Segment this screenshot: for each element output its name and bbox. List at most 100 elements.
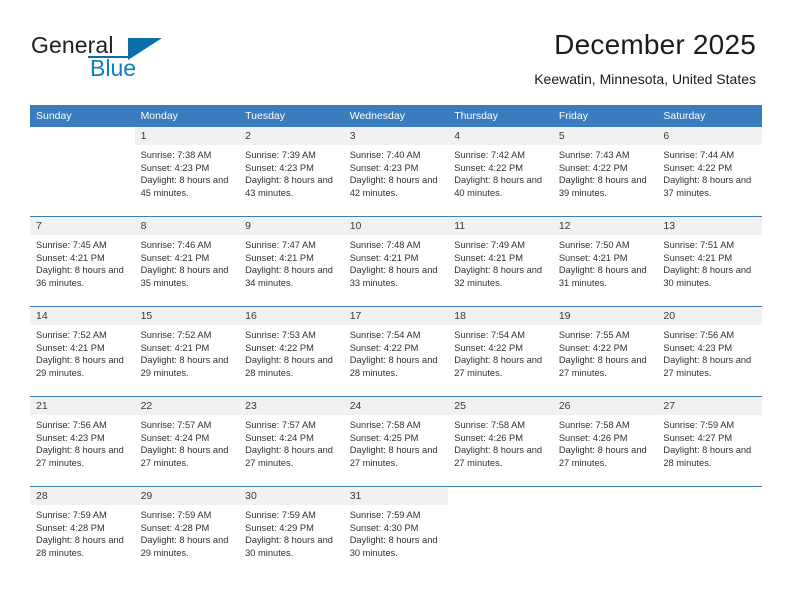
day-number — [30, 127, 135, 145]
calendar-day-cell[interactable]: 9 Sunrise: 7:47 AM Sunset: 4:21 PM Daylight… — [239, 216, 344, 307]
calendar-week-row: 21 Sunrise: 7:56 AM Sunset: 4:23 PM Dayligh… — [30, 396, 762, 487]
calendar-day-cell[interactable]: 7 Sunrise: 7:45 AM Sunset: 4:21 PM Daylight… — [30, 216, 135, 307]
daylight-text: Daylight: 8 hours and 37 minutes. — [663, 175, 752, 198]
day-number — [657, 487, 762, 505]
weekday-header-wednesday: Wednesday — [343, 105, 449, 127]
day-sun-info: Sunrise: 7:38 AM Sunset: 4:23 PM Daylight:… — [135, 145, 240, 199]
day-sun-info: Sunrise: 7:59 AM Sunset: 4:27 PM Daylight:… — [657, 415, 762, 469]
sunset-text: Sunset: 4:30 PM — [349, 522, 419, 533]
calendar-day-cell[interactable]: 5 Sunrise: 7:43 AM Sunset: 4:22 PM Daylight… — [552, 126, 658, 217]
calendar-day-cell[interactable]: 2 Sunrise: 7:39 AM Sunset: 4:23 PM Daylight… — [239, 126, 344, 217]
day-sun-info: Sunrise: 7:55 AM Sunset: 4:22 PM Daylight:… — [553, 325, 658, 379]
sunset-text: Sunset: 4:24 PM — [140, 432, 210, 443]
day-sun-info: Sunrise: 7:52 AM Sunset: 4:21 PM Daylight:… — [135, 325, 240, 379]
calendar-day-cell[interactable]: 31 Sunrise: 7:59 AM Sunset: 4:30 PM Dayligh… — [343, 486, 449, 576]
calendar-day-cell[interactable]: 1 Sunrise: 7:38 AM Sunset: 4:23 PM Daylight… — [134, 126, 240, 217]
calendar-day-cell[interactable]: 13 Sunrise: 7:51 AM Sunset: 4:21 PM Dayligh… — [657, 216, 762, 307]
day-sun-info: Sunrise: 7:46 AM Sunset: 4:21 PM Daylight:… — [135, 235, 240, 289]
sunset-text: Sunset: 4:26 PM — [558, 432, 628, 443]
calendar-day-cell[interactable]: 21 Sunrise: 7:56 AM Sunset: 4:23 PM Dayligh… — [30, 396, 135, 487]
sunrise-text: Sunrise: 7:53 AM — [245, 330, 316, 340]
sunset-text: Sunset: 4:21 PM — [558, 252, 628, 263]
daylight-text: Daylight: 8 hours and 28 minutes. — [36, 535, 124, 558]
day-sun-info: Sunrise: 7:53 AM Sunset: 4:22 PM Daylight:… — [239, 325, 344, 379]
calendar-day-cell-empty — [552, 486, 658, 576]
day-sun-info: Sunrise: 7:59 AM Sunset: 4:28 PM Daylight:… — [135, 505, 240, 559]
sunset-text: Sunset: 4:21 PM — [663, 252, 733, 263]
calendar-day-cell[interactable]: 30 Sunrise: 7:59 AM Sunset: 4:29 PM Dayligh… — [239, 486, 344, 576]
sunset-text: Sunset: 4:23 PM — [349, 162, 419, 173]
day-sun-info: Sunrise: 7:54 AM Sunset: 4:22 PM Daylight:… — [344, 325, 449, 379]
calendar-day-cell[interactable]: 27 Sunrise: 7:59 AM Sunset: 4:27 PM Dayligh… — [657, 396, 762, 487]
calendar-day-cell[interactable]: 26 Sunrise: 7:58 AM Sunset: 4:26 PM Dayligh… — [552, 396, 658, 487]
day-sun-info: Sunrise: 7:58 AM Sunset: 4:26 PM Daylight:… — [448, 415, 553, 469]
day-sun-info: Sunrise: 7:57 AM Sunset: 4:24 PM Daylight:… — [239, 415, 344, 469]
calendar-day-cell[interactable]: 19 Sunrise: 7:55 AM Sunset: 4:22 PM Dayligh… — [552, 306, 658, 397]
sunrise-text: Sunrise: 7:59 AM — [663, 420, 735, 430]
calendar-day-cell[interactable]: 10 Sunrise: 7:48 AM Sunset: 4:21 PM Dayligh… — [343, 216, 449, 307]
calendar-day-cell[interactable]: 15 Sunrise: 7:52 AM Sunset: 4:21 PM Dayligh… — [134, 306, 240, 397]
day-number: 8 — [134, 217, 240, 235]
day-number: 24 — [343, 397, 449, 415]
sunset-text: Sunset: 4:25 PM — [349, 432, 419, 443]
sunrise-text: Sunrise: 7:49 AM — [454, 240, 526, 250]
daylight-text: Daylight: 8 hours and 27 minutes. — [36, 445, 124, 468]
sunrise-text: Sunrise: 7:47 AM — [245, 240, 316, 250]
calendar-day-cell[interactable]: 18 Sunrise: 7:54 AM Sunset: 4:22 PM Dayligh… — [448, 306, 553, 397]
calendar-day-cell[interactable]: 11 Sunrise: 7:49 AM Sunset: 4:21 PM Dayligh… — [448, 216, 553, 307]
sunset-text: Sunset: 4:22 PM — [245, 342, 314, 353]
calendar-day-cell[interactable]: 17 Sunrise: 7:54 AM Sunset: 4:22 PM Dayligh… — [343, 306, 449, 397]
calendar-day-cell[interactable]: 22 Sunrise: 7:57 AM Sunset: 4:24 PM Dayligh… — [134, 396, 240, 487]
sunset-text: Sunset: 4:23 PM — [245, 162, 314, 173]
calendar-day-cell[interactable]: 24 Sunrise: 7:58 AM Sunset: 4:25 PM Dayligh… — [343, 396, 449, 487]
calendar-day-cell[interactable]: 6 Sunrise: 7:44 AM Sunset: 4:22 PM Daylight… — [657, 126, 762, 217]
calendar-day-cell[interactable]: 23 Sunrise: 7:57 AM Sunset: 4:24 PM Dayligh… — [239, 396, 344, 487]
sunrise-text: Sunrise: 7:50 AM — [558, 240, 630, 250]
calendar-day-cell[interactable]: 4 Sunrise: 7:42 AM Sunset: 4:22 PM Daylight… — [448, 126, 553, 217]
day-sun-info: Sunrise: 7:47 AM Sunset: 4:21 PM Daylight:… — [239, 235, 344, 289]
daylight-text: Daylight: 8 hours and 29 minutes. — [140, 355, 229, 378]
sunset-text: Sunset: 4:23 PM — [140, 162, 210, 173]
sunrise-text: Sunrise: 7:54 AM — [454, 330, 526, 340]
sunset-text: Sunset: 4:22 PM — [454, 342, 523, 353]
calendar-day-cell[interactable]: 29 Sunrise: 7:59 AM Sunset: 4:28 PM Dayligh… — [134, 486, 240, 576]
sunset-text: Sunset: 4:28 PM — [36, 522, 105, 533]
calendar-day-cell[interactable]: 25 Sunrise: 7:58 AM Sunset: 4:26 PM Dayligh… — [448, 396, 553, 487]
calendar-day-cell[interactable]: 8 Sunrise: 7:46 AM Sunset: 4:21 PM Daylight… — [134, 216, 240, 307]
day-sun-info: Sunrise: 7:43 AM Sunset: 4:22 PM Daylight:… — [553, 145, 658, 199]
calendar-day-cell[interactable]: 16 Sunrise: 7:53 AM Sunset: 4:22 PM Dayligh… — [239, 306, 344, 397]
day-number: 3 — [343, 127, 449, 145]
day-number: 6 — [657, 127, 762, 145]
calendar-week-row: 28 Sunrise: 7:59 AM Sunset: 4:28 PM Dayligh… — [30, 486, 762, 576]
day-number: 23 — [239, 397, 344, 415]
sunset-text: Sunset: 4:24 PM — [245, 432, 314, 443]
calendar-day-cell[interactable]: 14 Sunrise: 7:52 AM Sunset: 4:21 PM Dayligh… — [30, 306, 135, 397]
weekday-header-row: Sunday Monday Tuesday Wednesday Thursday… — [30, 105, 762, 127]
day-number: 15 — [134, 307, 240, 325]
day-number: 22 — [134, 397, 240, 415]
sunset-text: Sunset: 4:22 PM — [558, 162, 628, 173]
sunset-text: Sunset: 4:21 PM — [36, 252, 105, 263]
day-sun-info: Sunrise: 7:58 AM Sunset: 4:25 PM Daylight:… — [344, 415, 449, 469]
sunset-text: Sunset: 4:21 PM — [140, 252, 210, 263]
page-header: General Blue December 2025 Keewatin, Min… — [0, 0, 792, 100]
calendar-day-cell[interactable]: 20 Sunrise: 7:56 AM Sunset: 4:23 PM Dayligh… — [657, 306, 762, 397]
calendar-day-cell[interactable]: 28 Sunrise: 7:59 AM Sunset: 4:28 PM Dayligh… — [30, 486, 135, 576]
day-sun-info: Sunrise: 7:42 AM Sunset: 4:22 PM Daylight:… — [448, 145, 553, 199]
calendar-day-cell[interactable]: 12 Sunrise: 7:50 AM Sunset: 4:21 PM Dayligh… — [552, 216, 658, 307]
day-number: 31 — [343, 487, 449, 505]
calendar-week-row: 14 Sunrise: 7:52 AM Sunset: 4:21 PM Dayligh… — [30, 306, 762, 397]
day-sun-info: Sunrise: 7:50 AM Sunset: 4:21 PM Daylight:… — [553, 235, 658, 289]
day-number: 20 — [657, 307, 762, 325]
daylight-text: Daylight: 8 hours and 33 minutes. — [349, 265, 438, 288]
sunrise-text: Sunrise: 7:57 AM — [140, 420, 212, 430]
sunrise-text: Sunrise: 7:54 AM — [349, 330, 421, 340]
day-sun-info: Sunrise: 7:59 AM Sunset: 4:30 PM Daylight:… — [344, 505, 449, 559]
day-number: 14 — [30, 307, 135, 325]
sunrise-text: Sunrise: 7:59 AM — [245, 510, 316, 520]
sunrise-text: Sunrise: 7:45 AM — [36, 240, 107, 250]
day-sun-info: Sunrise: 7:49 AM Sunset: 4:21 PM Daylight:… — [448, 235, 553, 289]
sunrise-text: Sunrise: 7:43 AM — [558, 150, 630, 160]
calendar-day-cell[interactable]: 3 Sunrise: 7:40 AM Sunset: 4:23 PM Daylight… — [343, 126, 449, 217]
day-number: 28 — [30, 487, 135, 505]
